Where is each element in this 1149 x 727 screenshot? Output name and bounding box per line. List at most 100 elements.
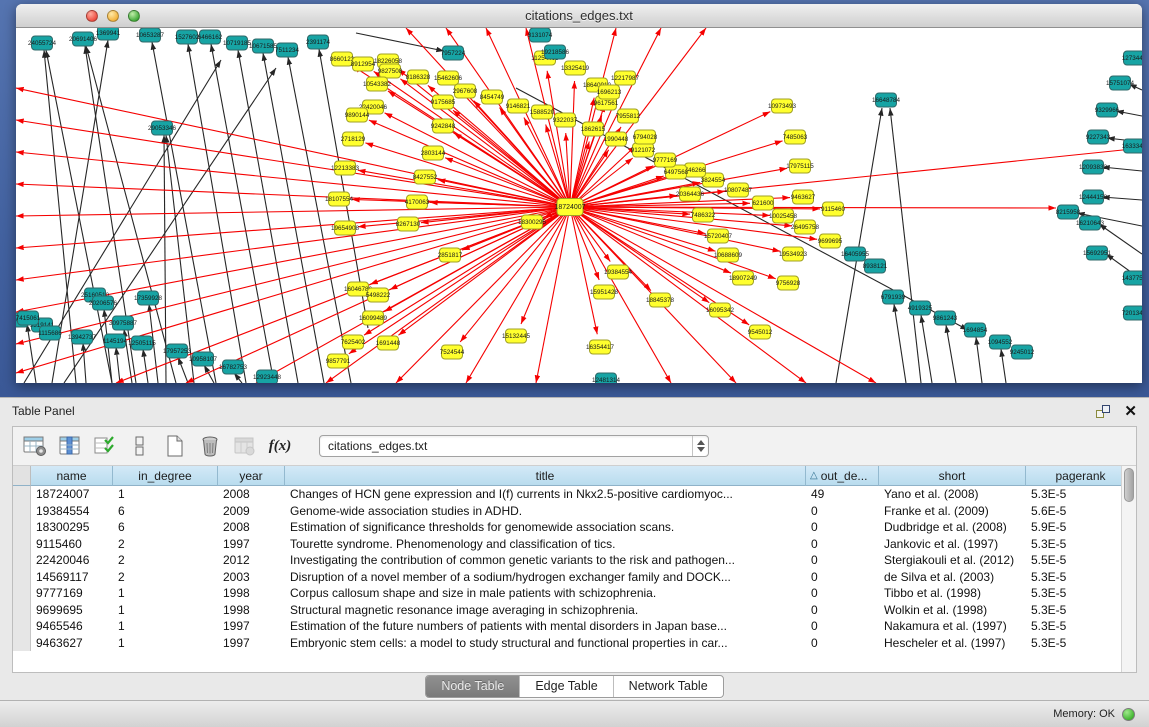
minimize-window-button[interactable] <box>107 10 119 22</box>
graph-node[interactable]: 1273441 <box>1122 51 1142 65</box>
zoom-window-button[interactable] <box>128 10 140 22</box>
graph-node[interactable]: 9329966 <box>1095 103 1120 117</box>
graph-node[interactable]: 7511234 <box>275 43 300 57</box>
graph-node[interactable]: 8131074 <box>528 28 553 42</box>
graph-node[interactable]: 9245012 <box>1010 345 1035 359</box>
tab-edge-table[interactable]: Edge Table <box>519 676 612 697</box>
graph-node[interactable]: 1437758 <box>1122 271 1142 285</box>
table-row[interactable]: 969969511998Structural magnetic resonanc… <box>13 602 1136 619</box>
graph-node[interactable]: 1633341 <box>1122 139 1142 153</box>
delete-column-icon[interactable] <box>198 435 222 457</box>
graph-node[interactable]: 9121072 <box>631 143 656 157</box>
graph-node[interactable]: 8267130 <box>396 217 421 231</box>
graph-node[interactable]: 7955812 <box>616 109 641 123</box>
show-columns-icon[interactable] <box>58 435 82 457</box>
graph-node[interactable]: 20206576 <box>89 296 118 310</box>
table-vertical-scrollbar[interactable] <box>1121 466 1136 672</box>
graph-node[interactable]: 1862615 <box>581 122 606 136</box>
graph-node[interactable]: 10958107 <box>189 352 218 366</box>
graph-node[interactable]: 19654908 <box>331 221 360 235</box>
graph-node[interactable]: 1369941 <box>96 28 121 40</box>
graph-node[interactable]: 12923448 <box>253 370 282 383</box>
graph-node[interactable]: 12505115 <box>128 336 156 350</box>
column-header-in_degree[interactable]: in_degree <box>113 466 218 486</box>
graph-node[interactable]: 9777169 <box>653 153 678 167</box>
column-header-name[interactable]: name <box>31 466 113 486</box>
graph-node[interactable]: 8912954 <box>351 57 376 71</box>
network-window-titlebar[interactable]: citations_edges.txt <box>16 4 1142 28</box>
graph-node[interactable]: 8215958 <box>1056 205 1081 219</box>
column-header-pagerank[interactable]: pagerank <box>1026 466 1136 486</box>
table-row[interactable]: 2242004622012Investigating the contribut… <box>13 552 1136 569</box>
graph-node[interactable]: 1691448 <box>376 336 401 350</box>
graph-node[interactable]: 9175685 <box>431 95 456 109</box>
citation-graph[interactable]: 8660123891295418226058982750810543382818… <box>16 28 1142 383</box>
graph-node[interactable]: 12217987 <box>611 71 640 85</box>
graph-node[interactable]: 16354417 <box>586 340 615 354</box>
graph-node[interactable]: 1990448 <box>604 132 629 146</box>
graph-node[interactable]: 15692951 <box>1083 246 1112 260</box>
graph-node[interactable]: 12481314 <box>592 373 621 383</box>
graph-node[interactable]: 24055724 <box>28 36 57 50</box>
tab-network-table[interactable]: Network Table <box>613 676 723 697</box>
new-column-icon[interactable] <box>163 435 187 457</box>
graph-node[interactable]: 1696213 <box>597 85 622 99</box>
graph-node[interactable]: 10653287 <box>136 28 165 42</box>
graph-node[interactable]: 6466162 <box>198 30 223 44</box>
graph-node[interactable]: 10688609 <box>714 248 743 262</box>
graph-node[interactable]: 9322037 <box>553 113 578 127</box>
graph-node[interactable]: 12213383 <box>331 161 360 175</box>
graph-node[interactable]: 18300295 <box>518 215 547 229</box>
graph-node[interactable]: 9463627 <box>791 190 816 204</box>
graph-node[interactable]: 7485063 <box>783 130 808 144</box>
graph-node[interactable]: 7524544 <box>440 345 465 359</box>
function-builder-icon[interactable]: f(x) <box>268 435 292 457</box>
table-row[interactable]: 1456911722003Disruption of a novel membe… <box>13 569 1136 586</box>
row-height-icon[interactable] <box>128 435 152 457</box>
graph-node[interactable]: 17957253 <box>163 344 192 358</box>
graph-node[interactable]: 19384554 <box>604 265 633 279</box>
column-header-year[interactable]: year <box>218 466 285 486</box>
graph-node[interactable]: 13942737 <box>68 330 97 344</box>
delete-table-icon[interactable] <box>233 435 257 457</box>
graph-node[interactable]: 18907249 <box>729 271 758 285</box>
graph-node[interactable]: 18845378 <box>646 293 675 307</box>
graph-node[interactable]: 29053346 <box>148 121 177 135</box>
graph-node[interactable]: 1588520 <box>530 105 555 119</box>
graph-node[interactable]: 9115460 <box>821 202 846 216</box>
graph-node[interactable]: 1527602 <box>175 30 200 44</box>
column-header-title[interactable]: title <box>285 466 806 486</box>
graph-node[interactable]: 15720407 <box>704 229 733 243</box>
select-rows-icon[interactable] <box>93 435 117 457</box>
graph-node[interactable]: 16095342 <box>706 303 735 317</box>
graph-node[interactable]: 1094552 <box>988 335 1013 349</box>
graph-node[interactable]: 6794028 <box>633 130 658 144</box>
graph-node[interactable]: 10807487 <box>724 183 753 197</box>
graph-node[interactable]: 20691406 <box>69 32 98 46</box>
table-row[interactable]: 911546021997Tourette syndrome. Phenomeno… <box>13 536 1136 553</box>
graph-node[interactable]: 15751074 <box>1106 76 1135 90</box>
graph-node[interactable]: 19218586 <box>541 45 570 59</box>
memory-status-icon[interactable] <box>1122 708 1135 721</box>
graph-node[interactable]: 9861243 <box>933 311 958 325</box>
network-canvas[interactable]: 8660123891295418226058982750810543382818… <box>16 28 1142 383</box>
graph-node[interactable]: 16099489 <box>359 311 388 325</box>
graph-node[interactable]: 1694854 <box>963 323 988 337</box>
graph-node[interactable]: 15951428 <box>590 285 619 299</box>
graph-node[interactable]: 9545012 <box>748 325 773 339</box>
graph-node[interactable]: 10543382 <box>363 77 392 91</box>
graph-node[interactable]: 2718129 <box>341 132 366 146</box>
graph-node[interactable]: 10719185 <box>223 36 252 50</box>
graph-node[interactable]: 6791939 <box>881 290 906 304</box>
graph-node[interactable]: 8427552 <box>413 170 438 184</box>
graph-node[interactable]: 12444158 <box>1079 190 1108 204</box>
graph-node[interactable]: 2391174 <box>306 35 331 49</box>
graph-node[interactable]: 26495758 <box>791 220 820 234</box>
graph-node[interactable]: 8186328 <box>406 70 431 84</box>
table-source-select[interactable]: citations_edges.txt <box>319 435 709 457</box>
graph-node[interactable]: 7625402 <box>341 335 366 349</box>
graph-node[interactable]: 7957224 <box>441 46 466 60</box>
graph-node[interactable]: 9242848 <box>431 119 456 133</box>
graph-node[interactable]: 9827508 <box>378 64 403 78</box>
graph-node[interactable]: 19534923 <box>779 247 808 261</box>
